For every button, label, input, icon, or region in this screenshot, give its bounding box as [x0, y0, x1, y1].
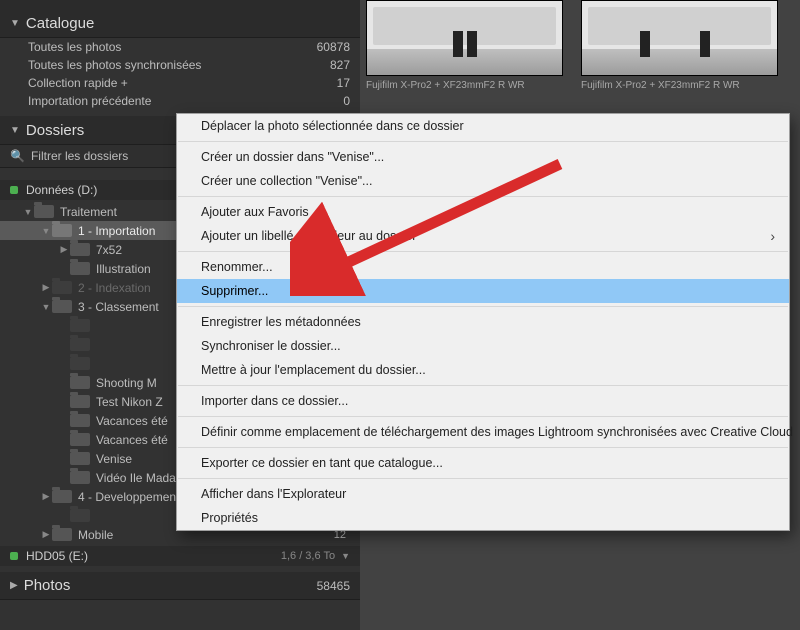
folder-label: Test Nikon Z [96, 395, 163, 409]
thumbnail-image [581, 0, 778, 76]
row-label: Toutes les photos [28, 40, 121, 54]
folder-label: Venise [96, 452, 132, 466]
catalogue-row[interactable]: Importation précédente 0 [0, 92, 360, 110]
chevron-right-icon: ▶ [58, 244, 70, 255]
menu-update-location[interactable]: Mettre à jour l'emplacement du dossier..… [177, 358, 789, 382]
menu-separator [178, 306, 788, 307]
folder-icon [34, 205, 54, 218]
menu-show-explorer[interactable]: Afficher dans l'Explorateur [177, 482, 789, 506]
chevron-down-icon: ▼ [40, 302, 52, 312]
drive-name: Données (D:) [26, 183, 97, 197]
folder-icon [70, 376, 90, 389]
drive-status-icon [10, 552, 18, 560]
catalogue-row[interactable]: Collection rapide + 17 [0, 74, 360, 92]
row-count: 827 [300, 58, 350, 72]
menu-separator [178, 141, 788, 142]
menu-create-collection[interactable]: Créer une collection "Venise"... [177, 169, 789, 193]
chevron-right-icon: ▶ [40, 282, 52, 293]
folder-icon [70, 243, 90, 256]
catalogue-row[interactable]: Toutes les photos synchronisées 827 [0, 56, 360, 74]
menu-separator [178, 196, 788, 197]
folder-label: Shooting M [96, 376, 157, 390]
folder-label: Vacances été [96, 433, 168, 447]
folder-icon [52, 224, 72, 237]
dossiers-title: Dossiers [26, 122, 84, 139]
folder-icon [70, 319, 90, 332]
folder-label: 7x52 [96, 243, 122, 257]
chevron-down-icon: ▼ [341, 551, 350, 561]
folder-label: 3 - Classement [78, 300, 159, 314]
catalogue-title: Catalogue [26, 15, 94, 32]
folder-icon [70, 395, 90, 408]
menu-sync-folder[interactable]: Synchroniser le dossier... [177, 334, 789, 358]
folder-label: Vacances été [96, 414, 168, 428]
folder-icon [52, 528, 72, 541]
menu-set-download-location[interactable]: Définir comme emplacement de téléchargem… [177, 420, 789, 444]
menu-delete[interactable]: Supprimer... [177, 279, 789, 303]
folder-icon [70, 452, 90, 465]
thumbnail-caption: Fujifilm X-Pro2 + XF23mmF2 R WR [581, 80, 778, 91]
menu-separator [178, 478, 788, 479]
menu-move-photo[interactable]: Déplacer la photo sélectionnée dans ce d… [177, 114, 789, 138]
chevron-right-icon: ▶ [40, 491, 52, 502]
chevron-down-icon: ▼ [40, 226, 52, 236]
menu-save-metadata[interactable]: Enregistrer les métadonnées [177, 310, 789, 334]
row-count: 17 [300, 76, 350, 90]
folder-icon [70, 357, 90, 370]
row-count: 60878 [300, 40, 350, 54]
context-menu: Déplacer la photo sélectionnée dans ce d… [176, 113, 790, 531]
menu-create-folder[interactable]: Créer un dossier dans "Venise"... [177, 145, 789, 169]
menu-rename[interactable]: Renommer... [177, 255, 789, 279]
chevron-down-icon: ▼ [22, 207, 34, 217]
menu-separator [178, 416, 788, 417]
folder-icon [52, 281, 72, 294]
folder-label: 1 - Importation [78, 224, 155, 238]
chevron-down-icon: ▼ [10, 125, 20, 136]
menu-export-catalog[interactable]: Exporter ce dossier en tant que catalogu… [177, 451, 789, 475]
folder-label: 4 - Developpement [78, 490, 179, 504]
folder-icon [70, 262, 90, 275]
photos-title: Photos [24, 577, 71, 594]
photos-header[interactable]: ▶ Photos 58465 [0, 572, 360, 600]
chevron-right-icon: ▶ [10, 580, 18, 591]
row-label: Toutes les photos synchronisées [28, 58, 201, 72]
menu-properties[interactable]: Propriétés [177, 506, 789, 530]
thumbnail-caption: Fujifilm X-Pro2 + XF23mmF2 R WR [366, 80, 563, 91]
folder-label: Traitement [60, 205, 117, 219]
thumbnail[interactable]: Fujifilm X-Pro2 + XF23mmF2 R WR [581, 0, 778, 91]
folder-icon [52, 300, 72, 313]
menu-separator [178, 385, 788, 386]
folder-icon [70, 433, 90, 446]
folder-label: Mobile [78, 528, 113, 542]
folder-icon [70, 471, 90, 484]
folder-icon [70, 509, 90, 522]
menu-import[interactable]: Importer dans ce dossier... [177, 389, 789, 413]
menu-separator [178, 251, 788, 252]
folder-icon [70, 414, 90, 427]
thumbnail[interactable]: Fujifilm X-Pro2 + XF23mmF2 R WR [366, 0, 563, 91]
folder-icon [52, 490, 72, 503]
menu-separator [178, 447, 788, 448]
filter-label: Filtrer les dossiers [31, 149, 128, 163]
folder-label: Illustration [96, 262, 151, 276]
folder-icon [70, 338, 90, 351]
drive-meta: 1,6 / 3,6 To [281, 550, 335, 562]
catalogue-row[interactable]: Toutes les photos 60878 [0, 38, 360, 56]
menu-add-favorites[interactable]: Ajouter aux Favoris [177, 200, 789, 224]
thumbnail-image [366, 0, 563, 76]
menu-add-color-label[interactable]: Ajouter un libellé de couleur au dossier [177, 224, 789, 248]
chevron-right-icon: ▶ [40, 529, 52, 540]
folder-label: 2 - Indexation [78, 281, 151, 295]
photos-count: 58465 [317, 579, 350, 593]
row-label: Collection rapide + [28, 76, 128, 90]
row-label: Importation précédente [28, 94, 151, 108]
drive-row[interactable]: HDD05 (E:) 1,6 / 3,6 To ▼ [0, 546, 360, 566]
search-icon: 🔍 [10, 149, 25, 163]
drive-name: HDD05 (E:) [26, 549, 88, 563]
chevron-down-icon: ▼ [10, 18, 20, 29]
drive-status-icon [10, 186, 18, 194]
row-count: 0 [300, 94, 350, 108]
catalogue-header[interactable]: ▼ Catalogue [0, 10, 360, 38]
